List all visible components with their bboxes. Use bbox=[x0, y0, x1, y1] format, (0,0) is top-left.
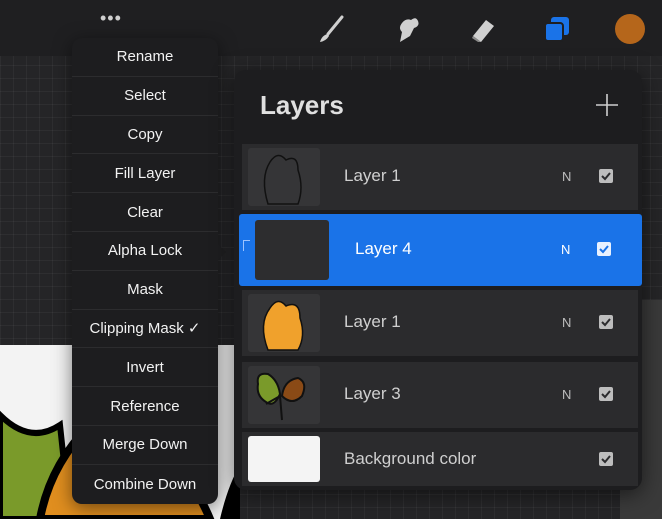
visibility-checkbox[interactable] bbox=[597, 242, 611, 256]
checkmark-icon bbox=[601, 455, 611, 464]
layer-thumbnail bbox=[248, 366, 320, 424]
add-layer-button[interactable] bbox=[594, 92, 620, 118]
menu-item-merge-down[interactable]: Merge Down bbox=[72, 426, 218, 465]
layer-row[interactable]: Layer 1 N bbox=[242, 290, 638, 356]
layers-panel: Layers Layer 1 N Layer 4 N Layer 1 N Lay… bbox=[234, 70, 642, 490]
visibility-checkbox[interactable] bbox=[599, 169, 613, 183]
layer-thumbnail bbox=[248, 294, 320, 352]
menu-item-combine-down[interactable]: Combine Down bbox=[72, 465, 218, 504]
menu-item-invert[interactable]: Invert bbox=[72, 348, 218, 388]
layer-thumbnail-art bbox=[263, 154, 302, 205]
blend-mode-button[interactable]: N bbox=[562, 169, 571, 184]
menu-item-fill-layer[interactable]: Fill Layer bbox=[72, 154, 218, 194]
layer-thumbnail bbox=[255, 220, 329, 280]
layer-name: Layer 4 bbox=[355, 239, 412, 258]
layer-thumbnail-art bbox=[262, 300, 304, 351]
blend-mode-button[interactable]: N bbox=[562, 315, 571, 330]
visibility-checkbox[interactable] bbox=[599, 315, 613, 329]
layer-thumbnail bbox=[248, 148, 320, 206]
color-picker-swatch[interactable] bbox=[615, 14, 645, 44]
smudge-icon[interactable] bbox=[392, 14, 422, 44]
visibility-checkbox[interactable] bbox=[599, 452, 613, 466]
eraser-icon[interactable] bbox=[468, 14, 498, 44]
layer-name: Layer 1 bbox=[344, 312, 401, 331]
layer-options-menu: Rename Select Copy Fill Layer Clear Alph… bbox=[72, 38, 218, 504]
menu-item-clipping-mask[interactable]: Clipping Mask ✓ bbox=[72, 310, 218, 349]
layer-name: Layer 1 bbox=[344, 166, 401, 185]
blend-mode-button[interactable]: N bbox=[561, 242, 570, 257]
menu-item-alpha-lock[interactable]: Alpha Lock bbox=[72, 232, 218, 271]
menu-item-rename[interactable]: Rename bbox=[72, 38, 218, 77]
more-options-button[interactable]: ••• bbox=[100, 8, 122, 29]
layer-name: Background color bbox=[344, 449, 477, 468]
layer-row-background[interactable]: Background color bbox=[242, 432, 638, 486]
menu-item-select[interactable]: Select bbox=[72, 77, 218, 116]
brush-icon[interactable] bbox=[316, 14, 346, 44]
layer-thumbnail-art bbox=[256, 372, 306, 421]
menu-item-clear[interactable]: Clear bbox=[72, 193, 218, 232]
clipping-mask-indicator bbox=[243, 240, 250, 251]
menu-item-mask[interactable]: Mask bbox=[72, 271, 218, 310]
layer-row-selected[interactable]: Layer 4 N bbox=[239, 214, 642, 286]
checkmark-icon bbox=[601, 390, 611, 399]
visibility-checkbox[interactable] bbox=[599, 387, 613, 401]
checkmark-icon bbox=[601, 172, 611, 181]
menu-item-reference[interactable]: Reference bbox=[72, 387, 218, 426]
menu-item-copy[interactable]: Copy bbox=[72, 116, 218, 155]
menu-pointer bbox=[216, 242, 226, 262]
background-color-swatch bbox=[248, 436, 320, 482]
checkmark-icon bbox=[599, 245, 609, 254]
checkmark-icon bbox=[601, 318, 611, 327]
blend-mode-button[interactable]: N bbox=[562, 387, 571, 402]
panel-title: Layers bbox=[260, 90, 344, 120]
layers-icon[interactable] bbox=[542, 14, 572, 44]
layer-row[interactable]: Layer 3 N bbox=[242, 362, 638, 428]
layer-name: Layer 3 bbox=[344, 384, 401, 403]
layer-row[interactable]: Layer 1 N bbox=[242, 144, 638, 210]
